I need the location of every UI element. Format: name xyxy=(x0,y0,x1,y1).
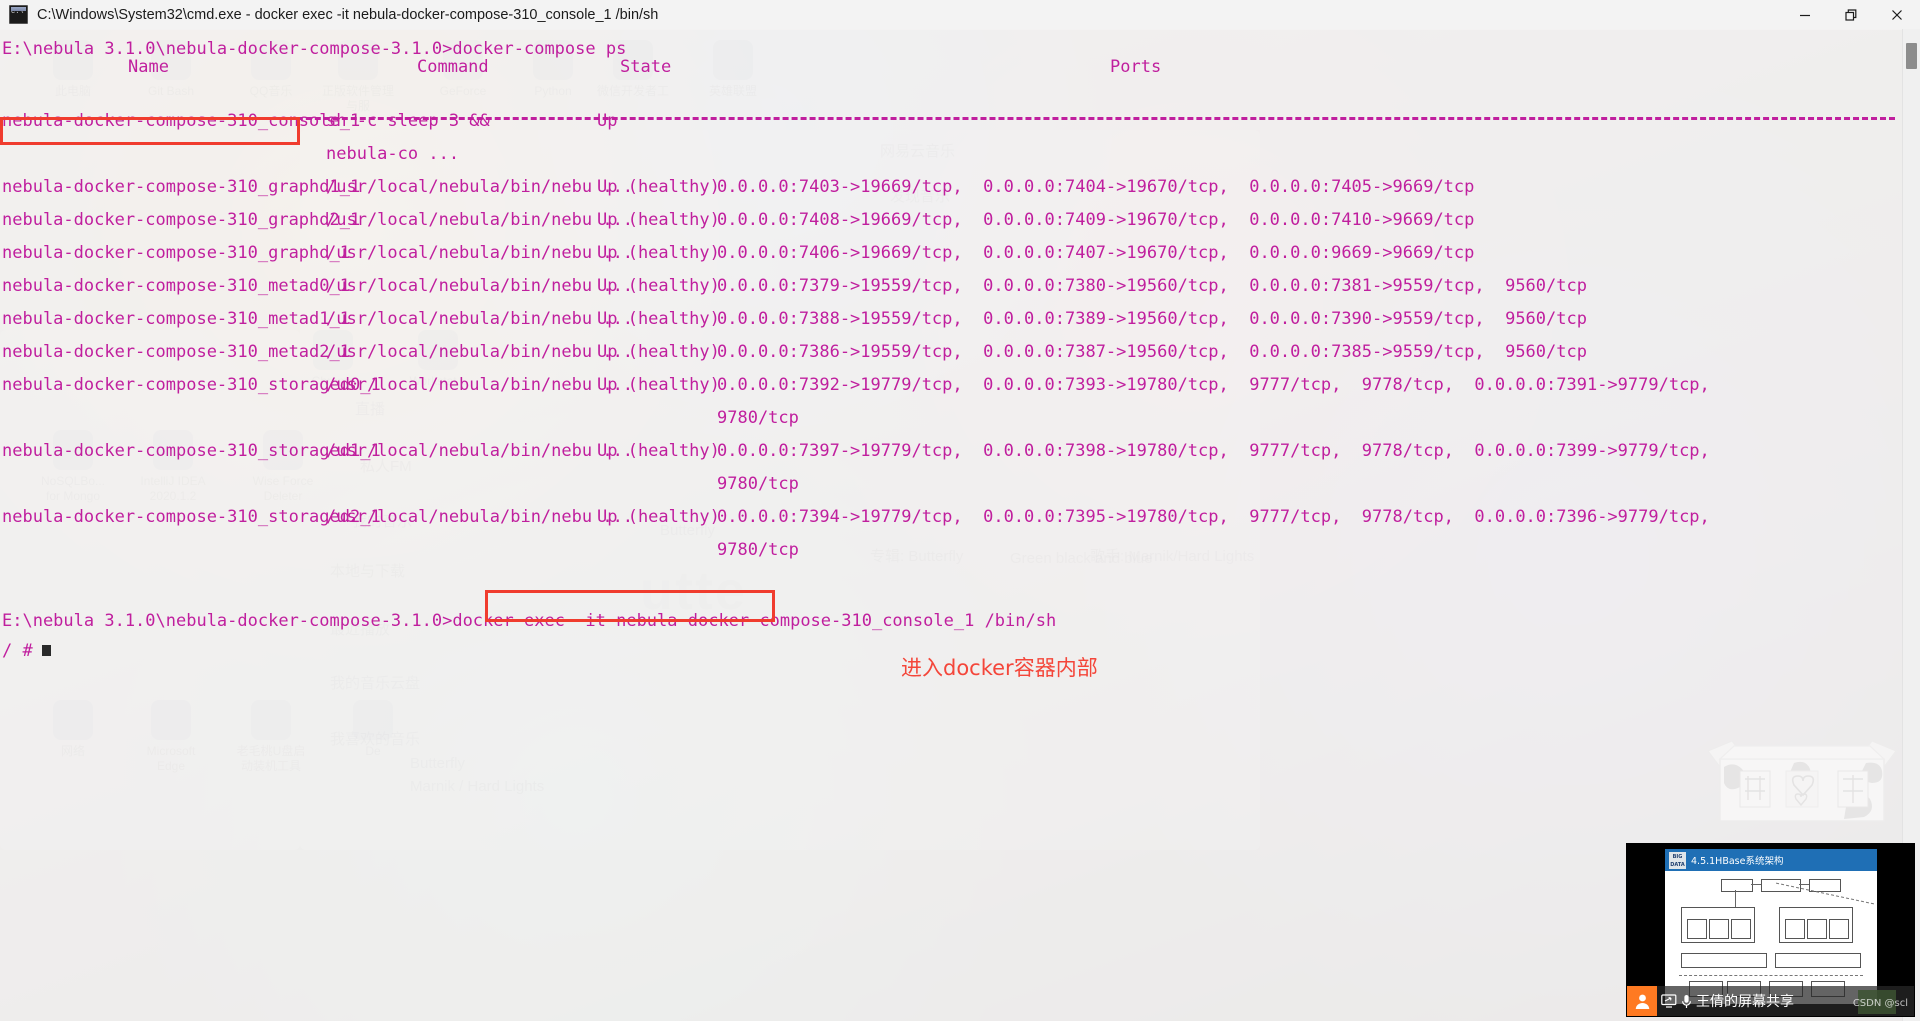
annotation-note: 进入docker容器内部 xyxy=(901,656,1098,680)
screen-share-icon xyxy=(1661,994,1677,1008)
column-header-state: State xyxy=(620,57,672,77)
terminal-text: E:\nebula 3.1.0\nebula-docker-compose-3.… xyxy=(0,29,1908,1021)
table-cell-state: Up (healthy) xyxy=(597,375,720,395)
restore-button[interactable] xyxy=(1828,0,1874,29)
table-cell-ports-cont: 9780/tcp xyxy=(717,540,799,560)
bigdata-logo: BIG DATA xyxy=(1669,851,1686,869)
table-cell-ports: 0.0.0.0:7397->19779/tcp, 0.0.0.0:7398->1… xyxy=(717,441,1710,461)
scrollbar-thumb[interactable] xyxy=(1906,43,1917,69)
table-cell-state: Up xyxy=(597,111,618,131)
column-header-name: Name xyxy=(128,57,169,77)
shared-slide: BIG DATA 4.5.1HBase系统架构 xyxy=(1665,849,1877,1004)
hbase-architecture-diagram xyxy=(1665,871,1877,1004)
microphone-icon xyxy=(1682,994,1691,1008)
minimize-icon xyxy=(1800,14,1810,16)
table-cell-state: Up (healthy) xyxy=(597,507,720,527)
table-cell-name: nebula-docker-compose-310_storaged1_1 xyxy=(2,441,381,461)
close-icon xyxy=(1892,9,1902,20)
table-cell-name: nebula-docker-compose-310_storaged0_1 xyxy=(2,375,381,395)
table-cell-name: nebula-docker-compose-310_console_1 xyxy=(2,111,361,131)
table-cell-command: /usr/local/nebula/bin/nebu ... xyxy=(326,375,634,395)
cmd-icon xyxy=(9,5,28,24)
watermark: CSDN @scl xyxy=(1852,998,1908,1009)
exec-suffix: /bin/sh xyxy=(974,611,1057,631)
column-header-ports: Ports xyxy=(1110,57,1162,77)
share-owner-label: 王倩的屏幕共享 xyxy=(1696,994,1794,1010)
table-cell-command: /usr/local/nebula/bin/nebu ... xyxy=(326,441,634,461)
window-title: C:\Windows\System32\cmd.exe - docker exe… xyxy=(37,6,659,23)
close-button[interactable] xyxy=(1874,0,1920,29)
column-header-command: Command xyxy=(417,57,489,77)
table-cell-state: Up (healthy) xyxy=(597,441,720,461)
terminal-line-prompt-3: / # xyxy=(2,631,51,671)
minimize-button[interactable] xyxy=(1782,0,1828,29)
table-cell-name: nebula-docker-compose-310_storaged2_1 xyxy=(2,507,381,527)
table-cell-command: /usr/local/nebula/bin/nebu ... xyxy=(326,507,634,527)
screen-share-overlay[interactable]: BIG DATA 4.5.1HBase系统架构 王倩的屏幕共享 CSDN @sc… xyxy=(1627,844,1914,1016)
exec-container-name: nebula-docker-compose-310_console_1 xyxy=(616,611,975,631)
person-icon xyxy=(1627,986,1657,1016)
text-cursor xyxy=(41,645,51,656)
exec-prefix: E:\nebula 3.1.0\nebula-docker-compose-3.… xyxy=(2,611,617,631)
table-cell-ports: 0.0.0.0:7392->19779/tcp, 0.0.0.0:7393->1… xyxy=(717,375,1710,395)
restore-icon xyxy=(1845,8,1857,21)
window-titlebar[interactable]: C:\Windows\System32\cmd.exe - docker exe… xyxy=(0,0,1920,30)
terminal-line-prompt-2: E:\nebula 3.1.0\nebula-docker-compose-3.… xyxy=(2,601,1056,641)
slide-title: 4.5.1HBase系统架构 xyxy=(1691,856,1784,867)
table-cell-ports: 0.0.0.0:7394->19779/tcp, 0.0.0.0:7395->1… xyxy=(717,507,1710,527)
sh-prompt: / # xyxy=(2,641,33,661)
slide-header: BIG DATA 4.5.1HBase系统架构 xyxy=(1665,849,1877,871)
terminal-line-prompt-1: E:\nebula 3.1.0\nebula-docker-compose-3.… xyxy=(2,39,627,59)
